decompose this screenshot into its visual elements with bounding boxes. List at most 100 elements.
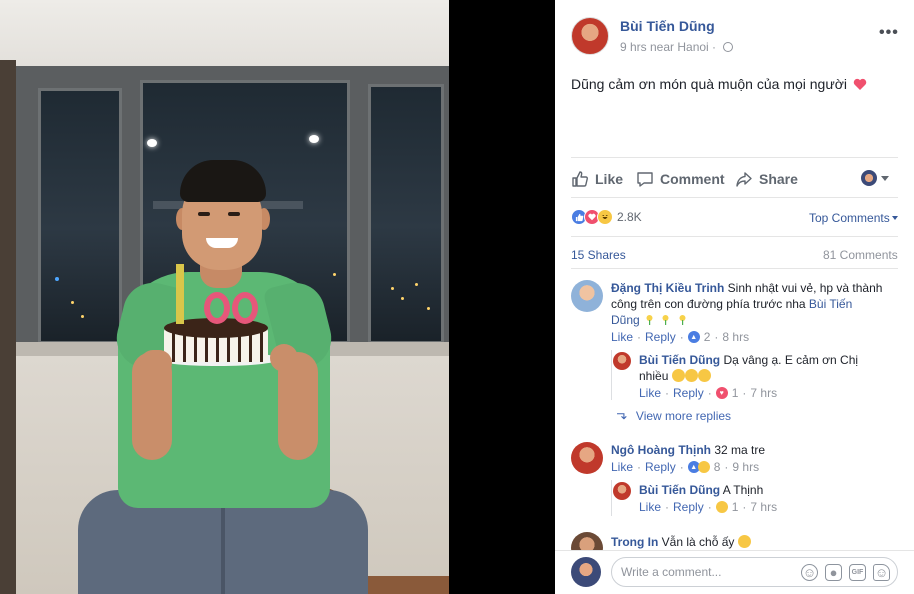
divider (571, 197, 898, 198)
comments-count[interactable]: 81 Comments (823, 248, 898, 262)
post-meta[interactable]: 9 hrs near Hanoi · (620, 40, 716, 54)
top-comments-label: Top Comments (809, 211, 890, 225)
comment-reaction-count[interactable]: 2 (704, 330, 711, 344)
comment-like-button[interactable]: Like (639, 386, 661, 400)
comment-like-button[interactable]: Like (611, 330, 633, 344)
comment-text: A Thịnh (720, 483, 764, 497)
sticker-icon[interactable]: ☺ (873, 564, 890, 581)
person-hair (180, 160, 266, 202)
commenter-avatar[interactable] (571, 442, 603, 474)
person-pants-seam (221, 500, 225, 594)
gif-icon[interactable]: GIF (849, 564, 866, 581)
commenter-name[interactable]: Bùi Tiến Dũng (639, 353, 720, 367)
comment-time[interactable]: 7 hrs (750, 386, 777, 400)
like-reaction-icon: ▲ (687, 331, 700, 343)
reply-arrow-icon: ↳ (614, 410, 630, 422)
number-candle (204, 292, 230, 324)
share-button[interactable]: Share (735, 168, 798, 190)
top-comments-dropdown[interactable]: Top Comments (809, 211, 898, 225)
comment-body: Đặng Thị Kiều Trinh Sinh nhật vui vẻ, hp… (611, 280, 901, 328)
person-hand (270, 344, 298, 372)
commenter-name[interactable]: Đặng Thị Kiều Trinh (611, 281, 724, 295)
thumbs-up-icon (572, 171, 588, 187)
comment-actions: Like · Reply · 1 · 7 hrs (639, 500, 778, 514)
reply-thread-line (611, 480, 612, 516)
comment-composer: Write a comment... ☺ ● GIF ☺ (555, 550, 914, 594)
reaction-count: 2.8K (617, 210, 642, 224)
more-options-icon[interactable]: ••• (879, 24, 899, 42)
person-eye (198, 212, 210, 216)
post-caption-text: Dũng cảm ơn món quà muộn của mọi người (571, 76, 847, 92)
comment-time[interactable]: 9 hrs (732, 460, 759, 474)
shares-link[interactable]: 15 Shares (571, 248, 626, 262)
person-eye (228, 212, 240, 216)
cake-candle (176, 264, 184, 324)
comment-icon (637, 172, 653, 187)
reaction-summary[interactable]: 2.8K (571, 209, 642, 225)
post-author-name[interactable]: Bùi Tiến Dũng (620, 18, 715, 34)
commenter-name[interactable]: Ngô Hoàng Thịnh (611, 443, 711, 457)
divider (571, 268, 898, 269)
photo-backdrop (449, 0, 555, 594)
comment-body: Bùi Tiến Dũng Dạ vâng ạ. E cảm ơn Chị nh… (639, 352, 899, 384)
mention-link[interactable]: Bùi Tiến (809, 297, 852, 311)
commenter-name[interactable]: Trong In (611, 535, 658, 549)
commenter-avatar[interactable] (571, 280, 603, 312)
heart-emoji-icon (853, 78, 867, 90)
comment-actions: Like · Reply · ♥ 1 · 7 hrs (639, 386, 778, 400)
comment-reaction-count[interactable]: 1 (732, 386, 739, 400)
flower-emoji-icon (646, 315, 653, 325)
viewer-avatar[interactable] (861, 170, 877, 186)
comment-text: Dạ vâng ạ. E cảm ơn Chị (720, 353, 859, 367)
photo-door (0, 60, 16, 594)
comment-reaction-count[interactable]: 8 (714, 460, 721, 474)
post-caption: Dũng cảm ơn món quà muộn của mọi người (571, 76, 867, 92)
comment-reply-button[interactable]: Reply (673, 500, 704, 514)
chevron-down-icon[interactable] (881, 176, 889, 181)
love-reaction-icon: ♥ (715, 387, 728, 399)
comment-label: Comment (660, 171, 725, 187)
share-icon (736, 172, 752, 187)
comment-actions: Like · Reply · ▲ 2 · 8 hrs (611, 330, 750, 344)
haha-reaction-icon (715, 501, 728, 513)
number-candle (232, 292, 258, 324)
comment-text: nhiều (639, 369, 669, 383)
comment-input-placeholder: Write a comment... (621, 565, 722, 579)
mention-link[interactable]: Dũng (611, 313, 640, 327)
camera-icon[interactable]: ● (825, 564, 842, 581)
post-sidebar: Bùi Tiến Dũng 9 hrs near Hanoi · ••• Dũn… (555, 0, 914, 594)
smile-emoji-icon (737, 535, 751, 548)
comment-time[interactable]: 7 hrs (750, 500, 777, 514)
comment-reply-button[interactable]: Reply (645, 460, 676, 474)
view-more-replies-link[interactable]: ↳ View more replies (614, 408, 731, 424)
comment-like-button[interactable]: Like (639, 500, 661, 514)
comment-text: Vẫn là chỗ ấy (658, 535, 735, 549)
emoji-icon[interactable]: ☺ (801, 564, 818, 581)
comment-text: Sinh nhật vui vẻ, hp và thành (724, 281, 883, 295)
commenter-avatar[interactable] (613, 482, 631, 500)
comment-button[interactable]: Comment (636, 168, 725, 190)
photo-ceiling (0, 0, 449, 72)
commenter-name[interactable]: Bùi Tiến Dũng (639, 483, 720, 497)
photo-viewer: Bùi Tiến Dũng 9 hrs near Hanoi · ••• Dũn… (0, 0, 914, 594)
comment-like-button[interactable]: Like (611, 460, 633, 474)
like-label: Like (595, 171, 624, 187)
person-smile (206, 238, 238, 248)
divider (571, 157, 898, 158)
viewer-avatar[interactable] (571, 557, 601, 587)
comment-reply-button[interactable]: Reply (645, 330, 676, 344)
heart-eyes-emoji-icon (684, 369, 698, 382)
post-photo[interactable] (0, 0, 449, 594)
comment-time[interactable]: 8 hrs (722, 330, 749, 344)
comment-reply-button[interactable]: Reply (673, 386, 704, 400)
reply-thread-line (611, 350, 612, 400)
commenter-avatar[interactable] (613, 352, 631, 370)
comment-body: Ngô Hoàng Thịnh 32 ma tre (611, 442, 901, 458)
heart-eyes-emoji-icon (697, 369, 711, 382)
globe-icon (723, 42, 733, 52)
heart-eyes-emoji-icon (671, 369, 685, 382)
comment-text: công trên con đường phía trước nha (611, 297, 809, 311)
like-button[interactable]: Like (571, 168, 623, 190)
comment-reaction-count[interactable]: 1 (732, 500, 739, 514)
author-avatar[interactable] (571, 17, 609, 55)
